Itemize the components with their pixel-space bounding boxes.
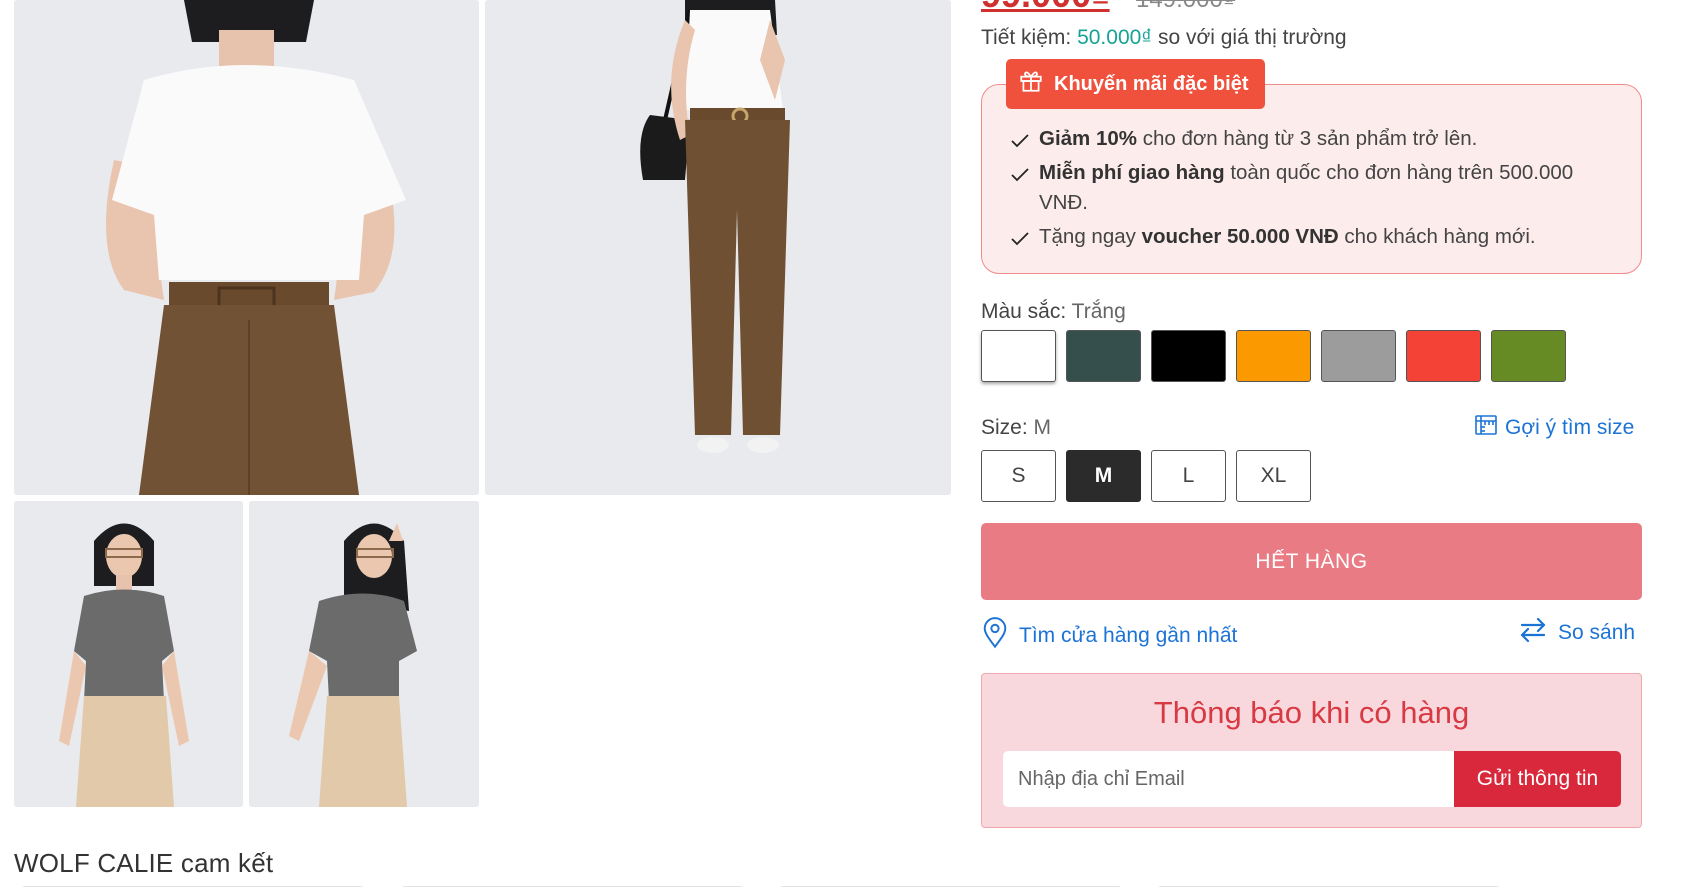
product-photo-back[interactable] <box>14 0 479 495</box>
back-in-stock-box: Thông báo khi có hàng Gửi thông tin <box>981 673 1642 828</box>
submit-info-button[interactable]: Gửi thông tin <box>1454 751 1621 807</box>
find-store-label: Tìm cửa hàng gần nhất <box>1019 624 1238 647</box>
size-option-m[interactable]: M <box>1066 450 1141 502</box>
saving-suffix: so với giá thị trường <box>1157 26 1347 49</box>
color-swatch-orange[interactable] <box>1236 330 1311 382</box>
size-option-s[interactable]: S <box>981 450 1056 502</box>
promo-item-bold: Giảm 10% <box>1039 127 1137 150</box>
color-swatch-red[interactable] <box>1406 330 1481 382</box>
product-photo-grey-top-front[interactable] <box>14 501 243 807</box>
color-selected: Trắng <box>1071 300 1126 323</box>
email-input[interactable] <box>1003 751 1454 807</box>
color-swatch-dark-green[interactable] <box>1066 330 1141 382</box>
promo-item-text: cho khách hàng mới. <box>1338 225 1536 248</box>
saving-prefix: Tiết kiệm: <box>981 26 1072 49</box>
promo-item: Tặng ngay voucher 50.000 VNĐ cho khách h… <box>1010 222 1620 252</box>
compare-label: So sánh <box>1558 621 1636 644</box>
color-swatches <box>981 330 1566 382</box>
promo-item-bold: Miễn phí giao hàng <box>1039 161 1225 184</box>
promo-item: Miễn phí giao hàng toàn quốc cho đơn hàn… <box>1010 158 1620 218</box>
check-icon <box>1011 232 1029 246</box>
size-label-row: Size: M <box>981 416 1051 440</box>
ruler-icon <box>1474 413 1498 443</box>
size-guide-label: Gợi ý tìm size <box>1505 416 1635 439</box>
price-row: 99.000₫ 149.000₫ <box>981 0 1235 16</box>
sold-out-button[interactable]: HẾT HÀNG <box>981 523 1642 600</box>
promo-item-text: cho đơn hàng từ 3 sản phẩm trở lên. <box>1137 127 1478 150</box>
promo-item-pre: Tặng ngay <box>1039 225 1142 248</box>
compare-arrows-icon <box>1518 617 1548 649</box>
color-swatch-white[interactable] <box>981 330 1056 382</box>
size-options: S M L XL <box>981 450 1311 502</box>
size-label: Size: <box>981 416 1028 439</box>
size-option-l[interactable]: L <box>1151 450 1226 502</box>
saving-amount: 50.000₫ <box>1077 26 1153 49</box>
color-swatch-grey[interactable] <box>1321 330 1396 382</box>
commitment-title: WOLF CALIE cam kết <box>14 848 274 878</box>
color-swatch-black[interactable] <box>1151 330 1226 382</box>
saving-info: Tiết kiệm: 50.000₫ so với giá thị trường <box>981 26 1347 50</box>
product-photo-full-body[interactable] <box>485 0 951 495</box>
promo-badge-label: Khuyến mãi đặc biệt <box>1054 72 1249 95</box>
size-option-xl[interactable]: XL <box>1236 450 1311 502</box>
promo-list: Giảm 10% cho đơn hàng từ 3 sản phẩm trở … <box>1010 124 1620 256</box>
promo-item-bold: voucher 50.000 VNĐ <box>1141 225 1339 248</box>
color-swatch-olive[interactable] <box>1491 330 1566 382</box>
find-store-link[interactable]: Tìm cửa hàng gần nhất <box>981 617 1237 655</box>
size-guide-link[interactable]: Gợi ý tìm size <box>1474 413 1634 443</box>
color-label: Màu sắc: <box>981 300 1067 323</box>
size-selected: M <box>1033 416 1052 439</box>
check-icon <box>1011 168 1029 182</box>
current-price: 99.000₫ <box>981 0 1110 15</box>
location-pin-icon <box>981 617 1009 655</box>
product-photo-grey-top-side[interactable] <box>249 501 479 807</box>
original-price: 149.000₫ <box>1136 0 1235 13</box>
color-label-row: Màu sắc: Trắng <box>981 300 1126 324</box>
promo-item: Giảm 10% cho đơn hàng từ 3 sản phẩm trở … <box>1010 124 1620 154</box>
back-in-stock-title: Thông báo khi có hàng <box>1153 695 1470 730</box>
gift-icon <box>1018 68 1044 100</box>
promo-badge: Khuyến mãi đặc biệt <box>1006 59 1265 109</box>
check-icon <box>1011 134 1029 148</box>
compare-link[interactable]: So sánh <box>1518 617 1635 649</box>
